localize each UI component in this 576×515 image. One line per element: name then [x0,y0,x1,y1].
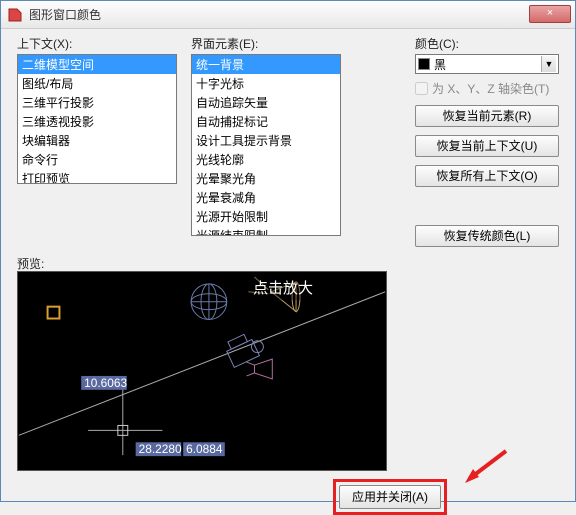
close-button[interactable]: × [529,5,571,23]
element-item[interactable]: 自动追踪矢量 [192,93,340,112]
tint-checkbox [415,82,428,95]
element-item[interactable]: 光晕衰减角 [192,188,340,207]
svg-text:6.0884: 6.0884 [186,442,223,456]
titlebar: 图形窗口颜色 × [1,1,575,29]
element-item[interactable]: 统一背景 [192,55,340,74]
svg-text:10.6063: 10.6063 [84,376,127,390]
annotation-arrow-icon [461,449,511,489]
app-icon [7,7,23,23]
elements-listbox[interactable]: 统一背景十字光标自动追踪矢量自动捕捉标记设计工具提示背景光线轮廓光晕聚光角光晕衰… [191,54,341,236]
color-combobox[interactable]: 黑 ▼ [415,54,559,74]
preview-label: 预览: [17,255,44,272]
context-listbox[interactable]: 二维模型空间图纸/布局三维平行投影三维透视投影块编辑器命令行打印预览 [17,54,177,184]
color-swatch [418,58,430,70]
preview-area: 10.6063 28.2280 6.0884 [17,271,387,471]
context-item[interactable]: 图纸/布局 [18,74,176,93]
chevron-down-icon: ▼ [541,56,556,72]
context-item[interactable]: 三维平行投影 [18,93,176,112]
restore-context-button[interactable]: 恢复当前上下文(U) [415,135,559,157]
context-label: 上下文(X): [17,35,177,52]
element-item[interactable]: 光源结束限制 [192,226,340,236]
restore-all-button[interactable]: 恢复所有上下文(O) [415,165,559,187]
context-item[interactable]: 打印预览 [18,169,176,184]
context-item[interactable]: 命令行 [18,150,176,169]
element-item[interactable]: 光线轮廓 [192,150,340,169]
context-item[interactable]: 二维模型空间 [18,55,176,74]
window-title: 图形窗口颜色 [29,6,569,23]
element-item[interactable]: 自动捕捉标记 [192,112,340,131]
restore-element-button[interactable]: 恢复当前元素(R) [415,105,559,127]
elements-label: 界面元素(E): [191,35,341,52]
element-item[interactable]: 十字光标 [192,74,340,93]
tint-label: 为 X、Y、Z 轴染色(T) [432,80,549,97]
tint-checkbox-row[interactable]: 为 X、Y、Z 轴染色(T) [415,80,563,97]
apply-close-button[interactable]: 应用并关闭(A) [339,485,441,509]
element-item[interactable]: 光晕聚光角 [192,169,340,188]
color-value: 黑 [434,56,541,73]
color-label: 颜色(C): [415,35,563,52]
element-item[interactable]: 设计工具提示背景 [192,131,340,150]
overlay-hint: 点击放大 [249,275,317,300]
svg-text:28.2280: 28.2280 [139,442,182,456]
context-item[interactable]: 块编辑器 [18,131,176,150]
element-item[interactable]: 光源开始限制 [192,207,340,226]
context-item[interactable]: 三维透视投影 [18,112,176,131]
restore-legacy-button[interactable]: 恢复传统颜色(L) [415,225,559,247]
